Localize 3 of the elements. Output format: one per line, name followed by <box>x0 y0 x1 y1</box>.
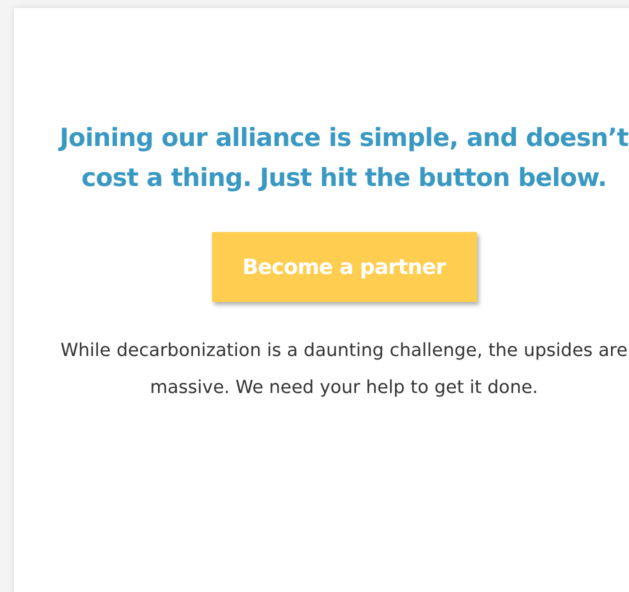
body-text: While decarbonization is a daunting challenge, the upsides are massive. We need your help to get it done. <box>59 339 629 400</box>
become-partner-button[interactable]: Become a partner <box>212 232 476 302</box>
heading: Joining our alliance is simple, and doesn’t cost a thing. Just hit the button below. <box>59 122 629 194</box>
